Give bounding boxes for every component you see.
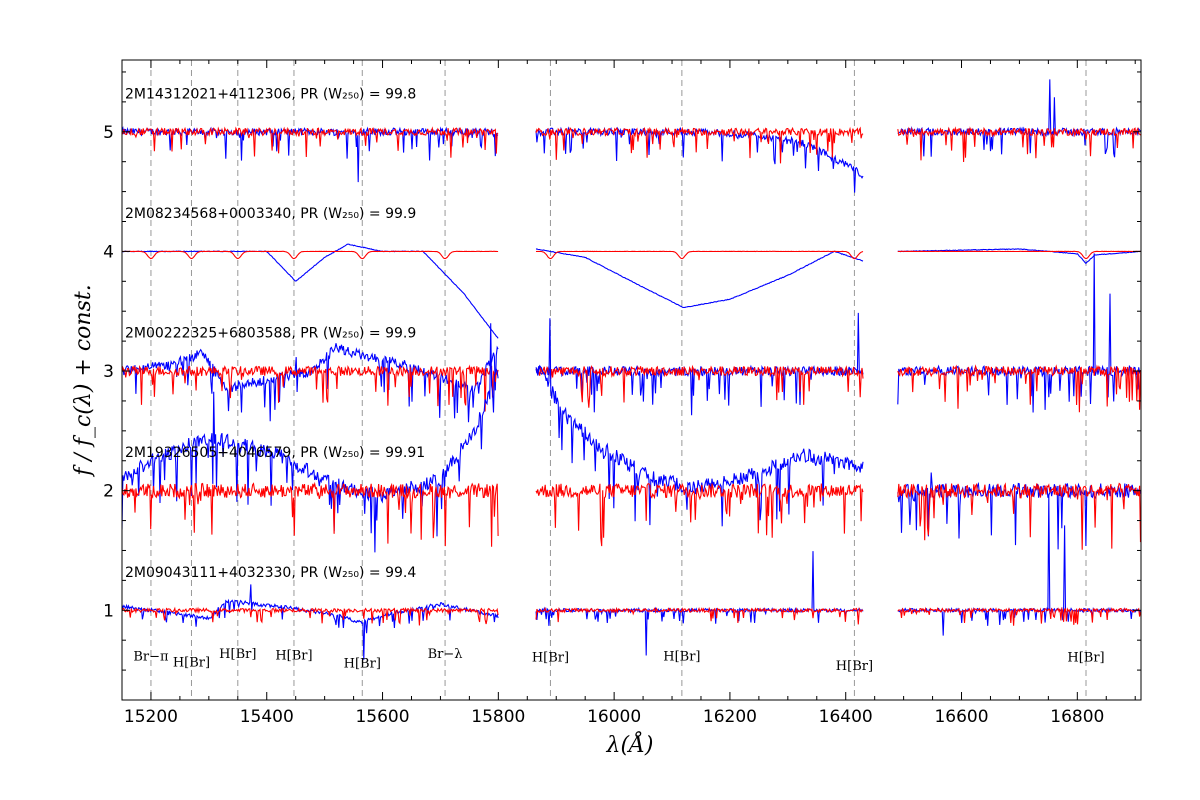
x-tick-label: 15600 [355, 707, 409, 727]
y-tick-label: 1 [103, 601, 114, 621]
line-marker-label: H[Br] [219, 647, 256, 662]
y-tick-label: 4 [103, 242, 114, 262]
spectrum-label: 2M08234568+0003340, PR (W₂₅₀) = 99.9 [125, 206, 416, 222]
y-axis-title: f / f_c(λ) + const. [71, 284, 96, 477]
spectrum-label: 2M00222325+6803588, PR (W₂₅₀) = 99.9 [125, 326, 416, 342]
spectra-chart: Br−π H[Br] H[Br] H[Br] H[Br] Br−λ H[Br] H[Br] H[… [0, 0, 1200, 800]
x-tick-label: 15200 [124, 707, 178, 727]
x-axis-title: λ(Å) [606, 730, 654, 758]
x-tick-label: 16400 [819, 707, 873, 727]
line-marker-label: H[Br] [173, 656, 210, 671]
y-tick-label: 5 [103, 123, 114, 143]
spectrum-label: 2M14312021+4112306, PR (W₂₅₀) = 99.8 [125, 86, 416, 102]
spectrum-label: 2M19326505+4046579, PR (W₂₅₀) = 99.91 [125, 445, 425, 461]
y-tick-label: 3 [103, 362, 114, 382]
spectrum-label: 2M09043111+4032330, PR (W₂₅₀) = 99.4 [125, 565, 416, 581]
line-marker-label: H[Br] [532, 651, 569, 666]
x-tick-label: 16600 [934, 707, 988, 727]
line-marker-label: H[Br] [1067, 651, 1104, 666]
x-tick-label: 15400 [240, 707, 294, 727]
line-marker-label: H[Br] [344, 657, 381, 672]
x-tick-label: 15800 [471, 707, 525, 727]
line-marker-label: H[Br] [663, 650, 700, 665]
line-marker-label: Br−λ [428, 647, 463, 662]
x-tick-label: 16800 [1050, 707, 1104, 727]
x-tick-label: 16200 [703, 707, 757, 727]
line-marker-label: H[Br] [275, 648, 312, 663]
y-tick-label: 2 [103, 482, 114, 502]
line-marker-label: H[Br] [836, 659, 873, 674]
line-marker-label: Br−π [133, 650, 169, 665]
chart-background [0, 0, 1200, 800]
x-tick-label: 16000 [587, 707, 641, 727]
